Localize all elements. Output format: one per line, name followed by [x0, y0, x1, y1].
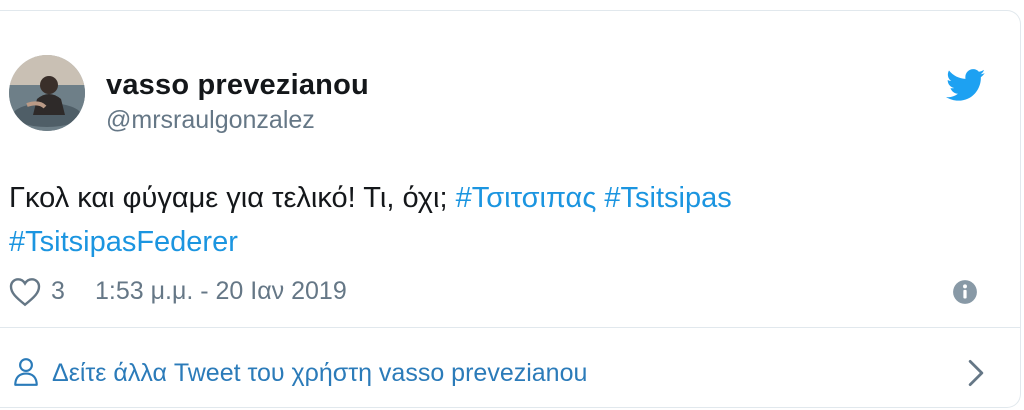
tweet-meta-row: 3 1:53 μ.μ. - 20 Ιαν 2019	[9, 274, 999, 310]
info-icon[interactable]	[952, 279, 978, 305]
divider	[0, 327, 1020, 328]
avatar[interactable]	[9, 55, 85, 131]
user-handle[interactable]: @mrsraulgonzalez	[106, 106, 315, 135]
chevron-right-icon[interactable]	[966, 359, 986, 387]
more-tweets-link[interactable]: Δείτε άλλα Tweet του χρήστη vasso prevez…	[52, 359, 587, 388]
hashtag-link[interactable]: #TsitsipasFederer	[9, 226, 238, 258]
like-count[interactable]: 3	[51, 277, 65, 306]
heart-icon[interactable]	[9, 277, 41, 307]
embedded-tweet-card: vasso prevezianou @mrsraulgonzalez Γκολ …	[0, 10, 1021, 408]
twitter-bird-icon[interactable]	[946, 69, 986, 102]
tweet-text: Γκολ και φύγαμε για τελικό! Τι, όχι; #Τσ…	[9, 176, 969, 264]
person-icon	[14, 358, 38, 386]
tweet-text-body: Γκολ και φύγαμε για τελικό! Τι, όχι;	[9, 182, 456, 214]
tweet-header: vasso prevezianou @mrsraulgonzalez	[0, 55, 1020, 139]
more-tweets-footer[interactable]: Δείτε άλλα Tweet του χρήστη vasso prevez…	[0, 343, 1020, 399]
hashtag-link[interactable]: #Τσιτσιπας	[456, 182, 597, 214]
display-name[interactable]: vasso prevezianou	[106, 69, 369, 102]
avatar-image	[9, 55, 85, 131]
tweet-timestamp[interactable]: 1:53 μ.μ. - 20 Ιαν 2019	[95, 277, 347, 306]
hashtag-link[interactable]: #Tsitsipas	[604, 182, 731, 214]
